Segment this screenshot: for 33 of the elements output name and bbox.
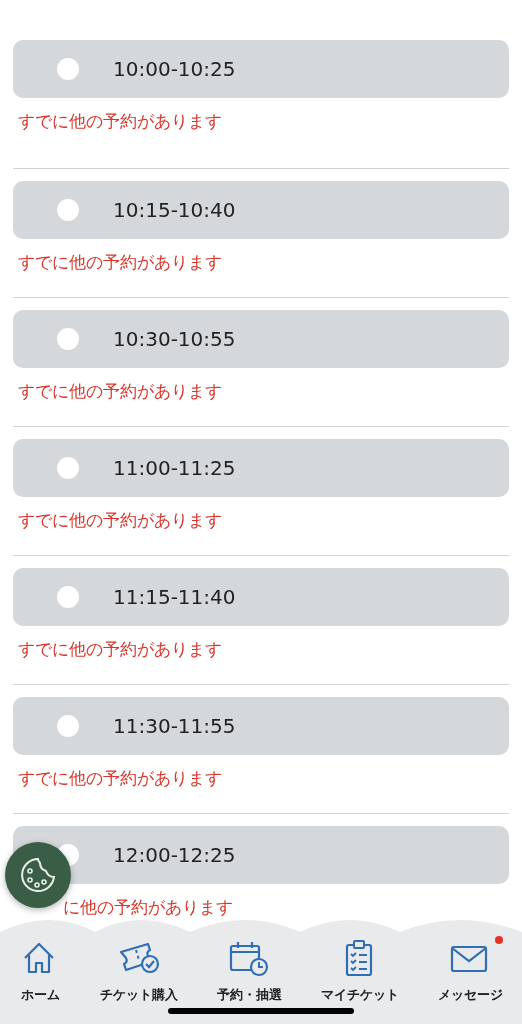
error-message: に他の予約があります xyxy=(63,896,233,919)
radio-button[interactable] xyxy=(57,715,79,737)
time-slot-option[interactable]: 10:15-10:40 xyxy=(13,181,509,239)
time-slot-option[interactable]: 12:00-12:25 xyxy=(13,826,509,884)
radio-button[interactable] xyxy=(57,58,79,80)
radio-button[interactable] xyxy=(57,586,79,608)
error-message: すでに他の予約があります xyxy=(18,638,222,661)
error-message: すでに他の予約があります xyxy=(18,380,222,403)
time-slot-option[interactable]: 10:30-10:55 xyxy=(13,310,509,368)
time-label: 11:15-11:40 xyxy=(113,585,236,609)
error-message: すでに他の予約があります xyxy=(18,110,222,133)
time-slot-option[interactable]: 11:30-11:55 xyxy=(13,697,509,755)
error-message: すでに他の予約があります xyxy=(18,767,222,790)
tab-bar-item[interactable]: ホーム xyxy=(19,938,62,1004)
tab-bar-item[interactable]: マイチケット xyxy=(320,938,399,1004)
tab-bar-item[interactable]: 予約・抽選 xyxy=(217,938,282,1004)
error-message: すでに他の予約があります xyxy=(18,251,222,274)
time-slot-option[interactable]: 10:00-10:25 xyxy=(13,40,509,98)
tab-bar-item[interactable]: チケット購入 xyxy=(100,938,179,1004)
time-slot-option[interactable]: 11:00-11:25 xyxy=(13,439,509,497)
radio-button[interactable] xyxy=(57,199,79,221)
time-slot-option[interactable]: 11:15-11:40 xyxy=(13,568,509,626)
radio-button[interactable] xyxy=(57,328,79,350)
tab-bar-item[interactable]: メッセージ xyxy=(437,938,503,1004)
cookie-icon xyxy=(18,855,58,895)
time-label: 11:30-11:55 xyxy=(113,714,236,738)
time-label: 12:00-12:25 xyxy=(113,843,236,867)
time-label: 10:30-10:55 xyxy=(113,327,236,351)
radio-button[interactable] xyxy=(57,457,79,479)
error-message: すでに他の予約があります xyxy=(18,509,222,532)
time-label: 10:00-10:25 xyxy=(113,57,236,81)
time-label: 10:15-10:40 xyxy=(113,198,236,222)
time-label: 11:00-11:25 xyxy=(113,456,236,480)
